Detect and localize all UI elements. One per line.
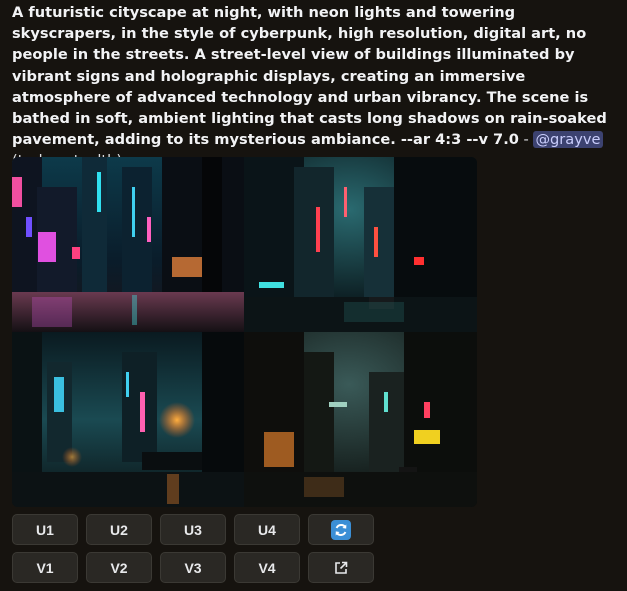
separator: - [518,131,534,149]
share-button[interactable] [308,552,374,583]
prompt-text: A futuristic cityscape at night, with ne… [12,4,607,149]
upscale-buttons: U1 U2 U3 U4 [12,514,374,545]
external-link-icon [335,561,348,574]
image-3[interactable] [12,332,244,507]
image-1[interactable] [12,157,244,332]
v4-button[interactable]: V4 [234,552,300,583]
image-2[interactable] [244,157,477,332]
message-body: A futuristic cityscape at night, with ne… [12,2,617,172]
reroll-button[interactable] [308,514,374,545]
u1-button[interactable]: U1 [12,514,78,545]
user-mention[interactable]: @grayve [533,131,603,149]
image-4[interactable] [244,332,477,507]
u2-button[interactable]: U2 [86,514,152,545]
v3-button[interactable]: V3 [160,552,226,583]
image-grid[interactable] [12,157,477,507]
v2-button[interactable]: V2 [86,552,152,583]
variation-buttons: V1 V2 V3 V4 [12,552,374,583]
v1-button[interactable]: V1 [12,552,78,583]
u4-button[interactable]: U4 [234,514,300,545]
refresh-icon [331,519,351,540]
u3-button[interactable]: U3 [160,514,226,545]
